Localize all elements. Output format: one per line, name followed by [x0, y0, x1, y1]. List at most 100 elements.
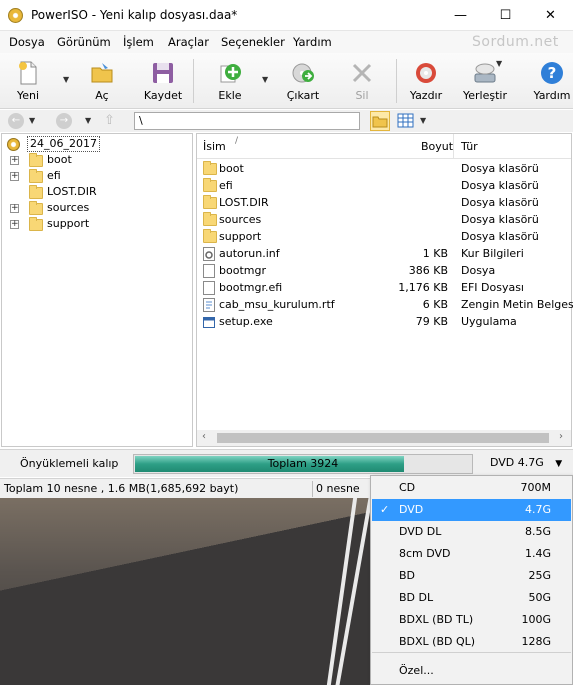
- media-option-bd-dl[interactable]: BD DL 50G: [372, 587, 571, 609]
- tree-item-label: boot: [47, 153, 72, 166]
- capacity-bar: Önyüklemeli kalıp Toplam 3924 DVD 4.7G ▼: [0, 449, 573, 477]
- file-row[interactable]: cab_msu_kurulum.rtf 6 KB Zengin Metin Be…: [197, 296, 573, 313]
- tree-item-lost-dir[interactable]: LOST.DIR: [10, 184, 180, 200]
- media-option-cd[interactable]: CD 700M: [372, 477, 571, 499]
- open-label: Aç: [95, 89, 109, 102]
- folder-icon: [29, 169, 43, 183]
- media-size-select[interactable]: DVD 4.7G ▼: [490, 456, 562, 469]
- file-size: 1,176 KB: [398, 281, 448, 294]
- expand-plus-icon[interactable]: +: [10, 204, 19, 213]
- expand-plus-icon[interactable]: +: [10, 156, 19, 165]
- tree-item-sources[interactable]: + sources: [10, 200, 180, 216]
- tree-item-boot[interactable]: + boot: [10, 152, 180, 168]
- mount-dropdown-arrow-icon[interactable]: ▼: [496, 59, 505, 68]
- back-arrow-icon[interactable]: ←: [8, 113, 24, 129]
- file-name: setup.exe: [219, 315, 273, 328]
- view-mode-icon[interactable]: [397, 113, 414, 128]
- file-type: EFI Dosyası: [461, 281, 524, 294]
- file-list: İsim / Boyut Tür boot Dosya klasörü efi …: [196, 133, 573, 447]
- media-option-8cm-dvd[interactable]: 8cm DVD 1.4G: [372, 543, 571, 565]
- file-row[interactable]: efi Dosya klasörü: [197, 177, 571, 194]
- folder-icon: [29, 201, 43, 215]
- help-button[interactable]: ? Yardım: [531, 56, 573, 106]
- bootable-image-label[interactable]: Önyüklemeli kalıp: [20, 457, 118, 470]
- back-dropdown-arrow-icon[interactable]: ▼: [29, 116, 38, 125]
- add-label: Ekle: [218, 89, 242, 102]
- file-row[interactable]: support Dosya klasörü: [197, 228, 571, 245]
- delete-button[interactable]: Sil: [340, 56, 384, 106]
- media-size-value: DVD 4.7G: [490, 456, 544, 469]
- close-button[interactable]: ✕: [528, 0, 573, 31]
- folder-view-icon[interactable]: [370, 111, 390, 131]
- save-button[interactable]: Kaydet: [140, 56, 186, 106]
- menu-yardim[interactable]: Yardım: [293, 35, 332, 49]
- document-icon: [203, 298, 215, 312]
- tree-item-support[interactable]: + support: [10, 216, 180, 232]
- menu-islem[interactable]: İşlem: [123, 35, 154, 49]
- tree-item-label: LOST.DIR: [47, 185, 97, 198]
- menu-araclar[interactable]: Araçlar: [168, 35, 209, 49]
- horizontal-scrollbar[interactable]: ‹ ›: [197, 430, 571, 446]
- file-name: bootmgr: [219, 264, 266, 277]
- tree-root[interactable]: 24_06_2017: [7, 136, 107, 152]
- poweriso-app-icon[interactable]: [8, 8, 23, 23]
- maximize-button[interactable]: ☐: [483, 0, 528, 31]
- path-input[interactable]: \: [134, 112, 360, 130]
- scroll-right-icon[interactable]: ›: [559, 431, 563, 442]
- file-size: 386 KB: [408, 264, 448, 277]
- file-row[interactable]: autorun.inf 1 KB Kur Bilgileri: [197, 245, 571, 262]
- new-dropdown-arrow-icon[interactable]: ▼: [63, 75, 72, 84]
- column-size[interactable]: Boyut: [421, 140, 453, 153]
- open-button[interactable]: Aç: [80, 56, 124, 106]
- add-dropdown-arrow-icon[interactable]: ▼: [262, 75, 271, 84]
- file-row[interactable]: LOST.DIR Dosya klasörü: [197, 194, 571, 211]
- file-row[interactable]: bootmgr.efi 1,176 KB EFI Dosyası: [197, 279, 571, 296]
- expand-plus-icon[interactable]: +: [10, 172, 19, 181]
- menu-gorunum[interactable]: Görünüm: [57, 35, 111, 49]
- folder-tree: 24_06_2017 + boot + efi LOST.DIR + sourc…: [1, 133, 193, 447]
- file-icon: [203, 281, 215, 295]
- extract-button[interactable]: Çıkart: [280, 56, 326, 106]
- column-divider[interactable]: [453, 134, 454, 159]
- extract-icon: [292, 63, 314, 83]
- file-row[interactable]: bootmgr 386 KB Dosya: [197, 262, 571, 279]
- scroll-left-icon[interactable]: ‹: [202, 431, 206, 442]
- expand-plus-icon[interactable]: +: [10, 220, 19, 229]
- menu-dosya[interactable]: Dosya: [9, 35, 45, 49]
- column-type[interactable]: Tür: [461, 140, 478, 153]
- tree-item-efi[interactable]: + efi: [10, 168, 180, 184]
- file-row[interactable]: setup.exe 79 KB Uygulama: [197, 313, 571, 330]
- file-row[interactable]: sources Dosya klasörü: [197, 211, 571, 228]
- scrollbar-thumb[interactable]: [217, 433, 549, 443]
- media-option-bdxl-ql[interactable]: BDXL (BD QL) 128G: [372, 631, 571, 653]
- burn-button[interactable]: Yazdır: [403, 56, 449, 106]
- forward-dropdown-arrow-icon[interactable]: ▼: [85, 116, 94, 125]
- new-button[interactable]: Yeni: [6, 56, 50, 106]
- minimize-button[interactable]: —: [438, 0, 483, 31]
- status-bar: Toplam 10 nesne , 1.6 MB(1,685,692 bayt)…: [0, 478, 370, 498]
- folder-icon: [203, 161, 217, 175]
- tree-item-label: sources: [47, 201, 90, 214]
- file-row[interactable]: boot Dosya klasörü: [197, 160, 571, 177]
- new-file-icon: [19, 61, 37, 85]
- media-option-custom[interactable]: Özel...: [372, 660, 571, 682]
- media-option-bd[interactable]: BD 25G: [372, 565, 571, 587]
- menu-secenekler[interactable]: Seçenekler: [221, 35, 285, 49]
- tree-item-label: efi: [47, 169, 61, 182]
- media-option-label: DVD: [399, 503, 424, 516]
- chevron-down-icon: ▼: [555, 459, 563, 469]
- up-folder-icon[interactable]: ⇧: [104, 113, 118, 129]
- file-type: Dosya klasörü: [461, 230, 539, 243]
- media-option-dvd[interactable]: ✓ DVD 4.7G: [372, 499, 571, 521]
- media-option-bdxl-tl[interactable]: BDXL (BD TL) 100G: [372, 609, 571, 631]
- media-option-size: 700M: [520, 481, 552, 494]
- column-name[interactable]: İsim: [203, 140, 226, 153]
- open-folder-icon: [91, 63, 113, 83]
- media-option-size: 128G: [521, 635, 551, 648]
- forward-arrow-icon[interactable]: →: [56, 113, 72, 129]
- view-mode-dropdown-arrow-icon[interactable]: ▼: [420, 116, 429, 125]
- brand-watermark: Sordum.net: [472, 34, 559, 50]
- add-button[interactable]: Ekle: [208, 56, 252, 106]
- media-option-dvd-dl[interactable]: DVD DL 8.5G: [372, 521, 571, 543]
- extract-label: Çıkart: [286, 89, 320, 102]
